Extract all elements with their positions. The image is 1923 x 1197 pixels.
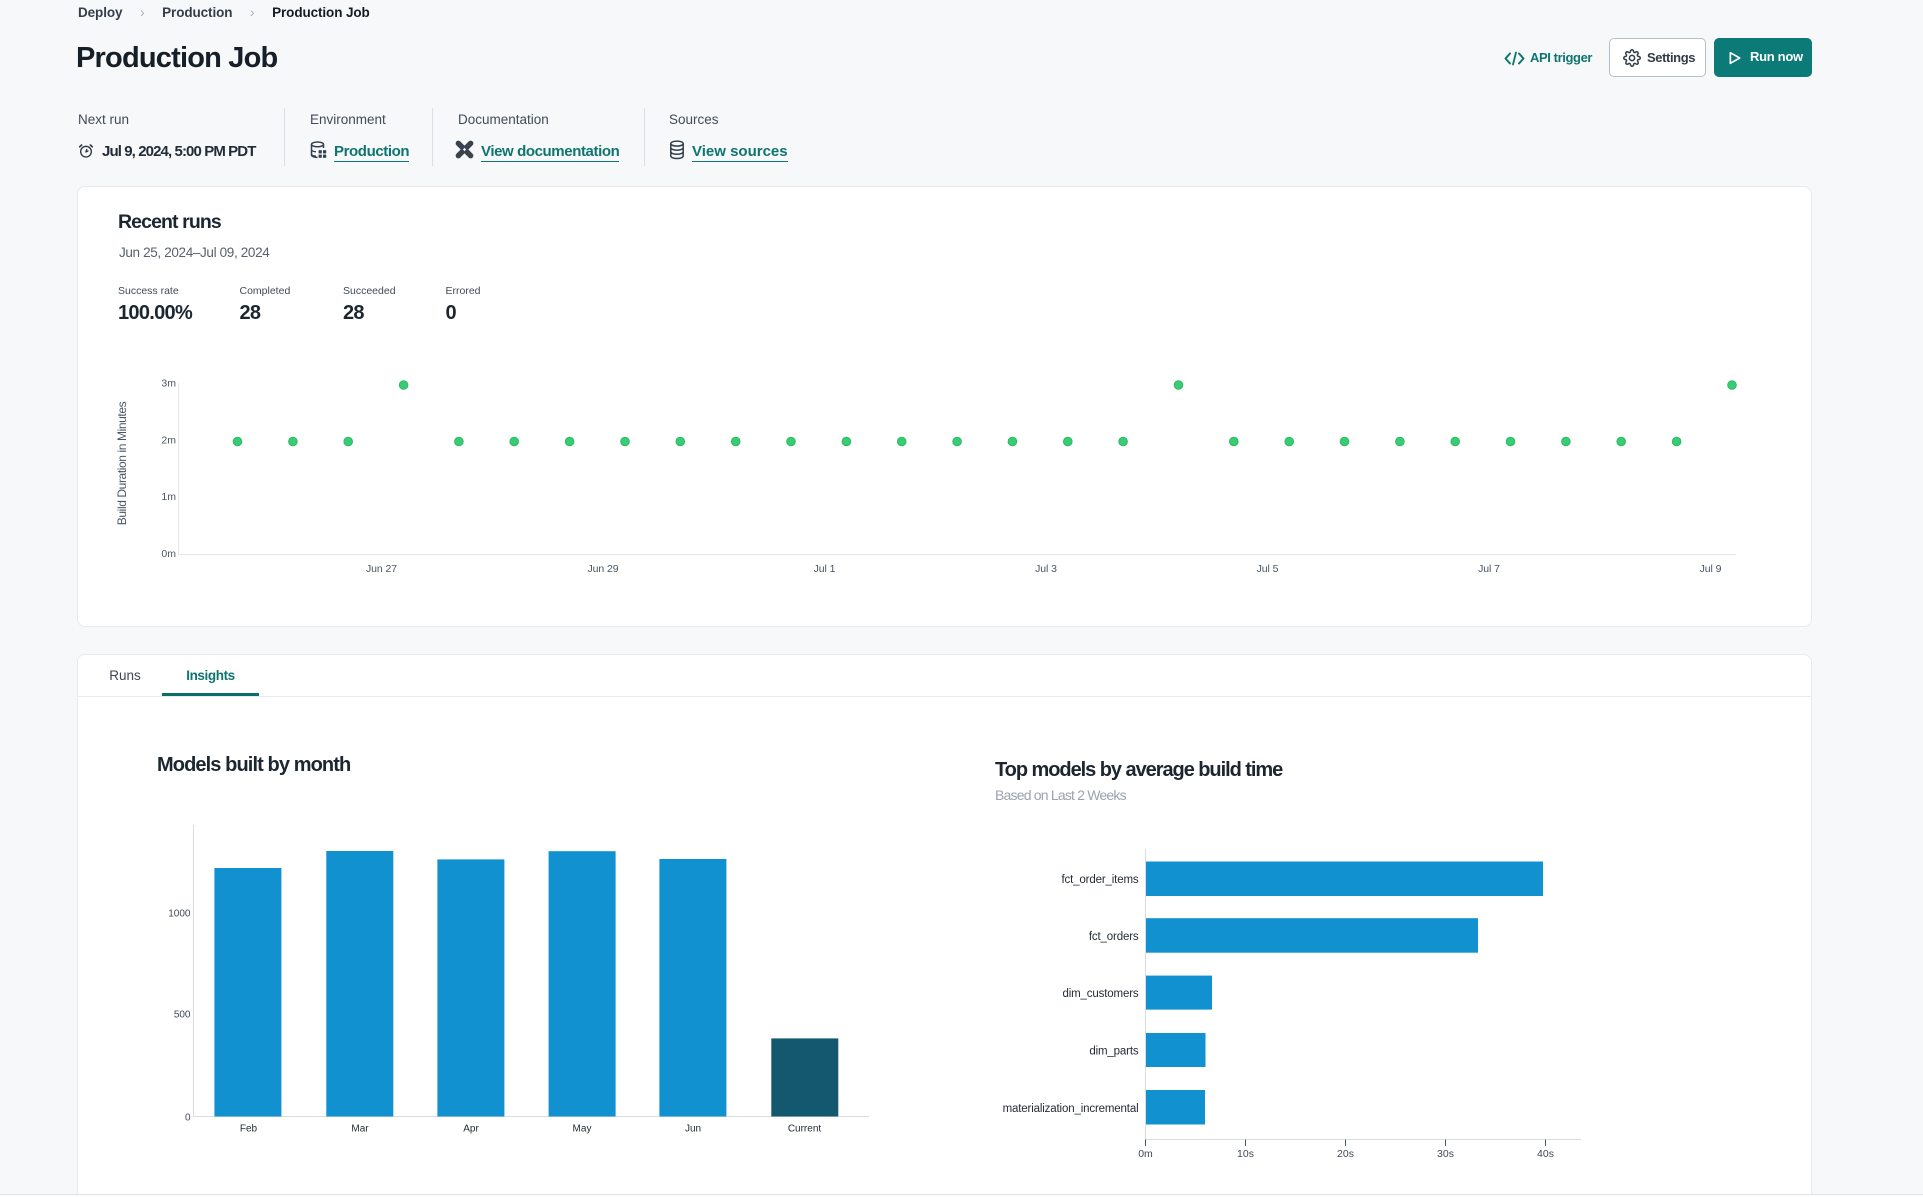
svg-text:3m: 3m — [161, 378, 176, 390]
svg-text:Jul 5: Jul 5 — [1257, 563, 1279, 575]
svg-text:0: 0 — [185, 1113, 191, 1124]
svg-text:dim_parts: dim_parts — [1089, 1046, 1139, 1058]
svg-text:20s: 20s — [1337, 1148, 1354, 1160]
svg-text:Jun: Jun — [685, 1124, 701, 1135]
svg-text:Mar: Mar — [351, 1124, 369, 1135]
svg-text:Jul 3: Jul 3 — [1035, 563, 1057, 575]
svg-text:Jun 29: Jun 29 — [588, 563, 619, 575]
svg-text:Jul 7: Jul 7 — [1478, 563, 1500, 575]
svg-text:May: May — [573, 1124, 592, 1135]
svg-text:0m: 0m — [1138, 1148, 1153, 1160]
svg-text:1m: 1m — [161, 491, 176, 503]
svg-text:Jul 1: Jul 1 — [814, 563, 836, 575]
svg-text:fct_orders: fct_orders — [1089, 931, 1139, 943]
svg-text:fct_order_items: fct_order_items — [1061, 874, 1138, 886]
svg-text:Feb: Feb — [240, 1124, 258, 1135]
svg-text:Jun 27: Jun 27 — [366, 563, 397, 575]
svg-text:500: 500 — [174, 1010, 191, 1021]
svg-text:2m: 2m — [161, 434, 176, 446]
svg-text:dim_customers: dim_customers — [1062, 988, 1138, 1000]
svg-text:Apr: Apr — [463, 1124, 479, 1135]
svg-text:10s: 10s — [1237, 1148, 1254, 1160]
svg-text:Jul 9: Jul 9 — [1700, 563, 1722, 575]
svg-text:Build Duration in Minutes: Build Duration in Minutes — [115, 401, 129, 525]
svg-text:materialization_incremental: materialization_incremental — [1003, 1103, 1139, 1115]
svg-text:30s: 30s — [1437, 1148, 1454, 1160]
svg-text:Current: Current — [788, 1124, 822, 1135]
svg-text:40s: 40s — [1537, 1148, 1554, 1160]
svg-text:0m: 0m — [161, 548, 176, 560]
svg-text:1000: 1000 — [168, 909, 191, 920]
